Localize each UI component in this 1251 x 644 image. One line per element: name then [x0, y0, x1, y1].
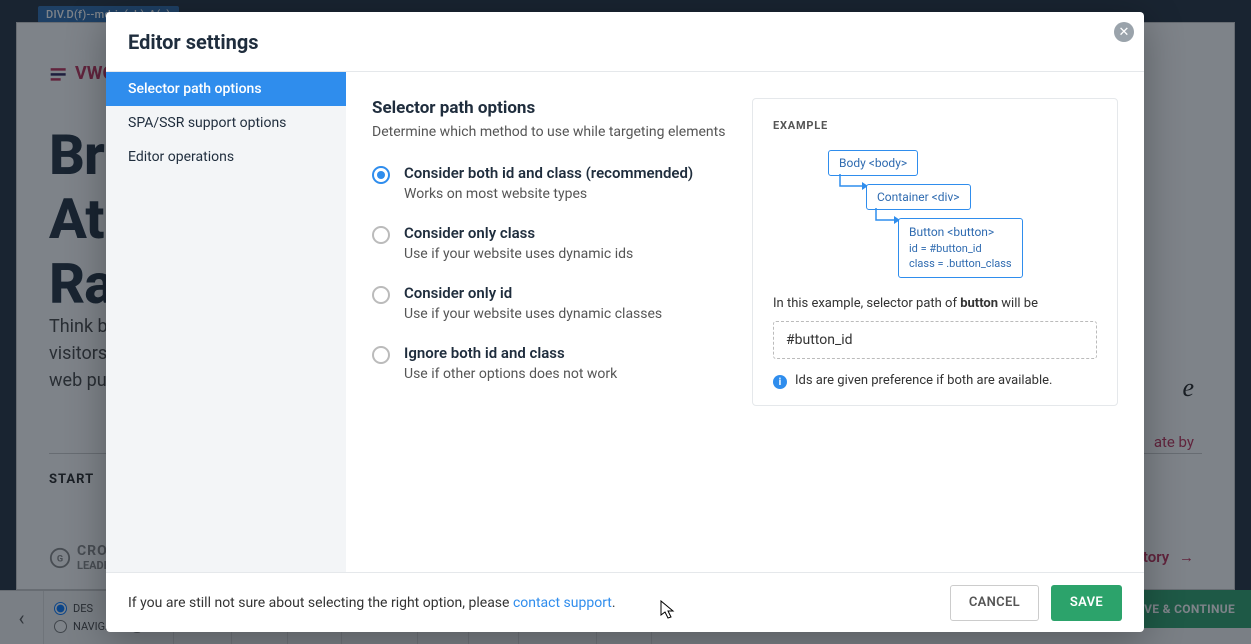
close-icon: ✕	[1119, 26, 1130, 39]
option-only-id[interactable]: Consider only id Use if your website use…	[372, 284, 732, 322]
section-subtitle: Determine which method to use while targ…	[372, 124, 732, 140]
sidebar-item-editor-operations[interactable]: Editor operations	[106, 140, 346, 174]
footer-hint: If you are still not sure about selectin…	[128, 595, 616, 611]
dom-tree-diagram: Body <body> Container <div>	[828, 150, 1097, 290]
editor-settings-modal: Editor settings ✕ Selector path options …	[106, 12, 1144, 632]
option-title: Consider only id	[404, 284, 662, 302]
option-both-id-class[interactable]: Consider both id and class (recommended)…	[372, 164, 732, 202]
radio-icon[interactable]	[372, 226, 390, 244]
section-title: Selector path options	[372, 98, 732, 118]
modal-close-button[interactable]: ✕	[1114, 22, 1134, 42]
modal-body: Selector path options SPA/SSR support op…	[106, 72, 1144, 572]
sidebar-item-selector-path[interactable]: Selector path options	[106, 72, 346, 106]
option-ignore-both[interactable]: Ignore both id and class Use if other op…	[372, 344, 732, 382]
radio-icon[interactable]	[372, 166, 390, 184]
contact-support-link[interactable]: contact support	[513, 595, 612, 611]
tree-node-button-line3: class = .button_class	[909, 256, 1012, 271]
footer-hint-pre: If you are still not sure about selectin…	[128, 595, 513, 611]
selector-options-panel: Selector path options Determine which me…	[372, 98, 732, 562]
sidebar-item-label: Editor operations	[128, 149, 234, 165]
tree-node-button-line2: id = #button_id	[909, 241, 1012, 256]
cancel-button[interactable]: CANCEL	[950, 585, 1039, 621]
example-note: i Ids are given preference if both are a…	[773, 373, 1097, 389]
save-button-label: SAVE	[1070, 595, 1103, 610]
example-sentence-pre: In this example, selector path of	[773, 296, 960, 311]
sidebar-item-label: Selector path options	[128, 81, 262, 97]
tree-node-container: Container <div>	[866, 184, 971, 210]
example-panel: EXAMPLE Body <body> Container <div>	[752, 98, 1118, 406]
footer-hint-post: .	[612, 595, 616, 611]
option-title: Consider both id and class (recommended)	[404, 164, 693, 182]
example-sentence-post: will be	[998, 296, 1038, 311]
radio-icon[interactable]	[372, 286, 390, 304]
option-title: Consider only class	[404, 224, 633, 242]
save-button[interactable]: SAVE	[1051, 585, 1122, 621]
example-label: EXAMPLE	[773, 119, 1097, 132]
option-desc: Use if other options does not work	[404, 366, 617, 382]
example-sentence-bold: button	[960, 296, 998, 311]
option-desc: Use if your website uses dynamic classes	[404, 306, 662, 322]
modal-footer: If you are still not sure about selectin…	[106, 572, 1144, 632]
sidebar-item-spa-ssr[interactable]: SPA/SSR support options	[106, 106, 346, 140]
footer-buttons: CANCEL SAVE	[950, 585, 1122, 621]
example-note-text: Ids are given preference if both are ava…	[795, 373, 1052, 388]
cancel-button-label: CANCEL	[969, 595, 1020, 610]
option-desc: Use if your website uses dynamic ids	[404, 246, 633, 262]
example-selector-output: #button_id	[773, 321, 1097, 359]
option-title: Ignore both id and class	[404, 344, 617, 362]
modal-title: Editor settings	[128, 30, 259, 54]
modal-sidebar: Selector path options SPA/SSR support op…	[106, 72, 346, 572]
example-sentence: In this example, selector path of button…	[773, 296, 1097, 311]
option-only-class[interactable]: Consider only class Use if your website …	[372, 224, 732, 262]
option-desc: Works on most website types	[404, 186, 693, 202]
tree-node-body: Body <body>	[828, 150, 918, 176]
modal-content: Selector path options Determine which me…	[346, 72, 1144, 572]
radio-icon[interactable]	[372, 346, 390, 364]
sidebar-item-label: SPA/SSR support options	[128, 115, 286, 131]
info-icon: i	[773, 375, 787, 389]
modal-header: Editor settings ✕	[106, 12, 1144, 72]
tree-node-button: Button <button> id = #button_id class = …	[898, 218, 1023, 278]
tree-node-button-line1: Button <button>	[909, 224, 1012, 241]
